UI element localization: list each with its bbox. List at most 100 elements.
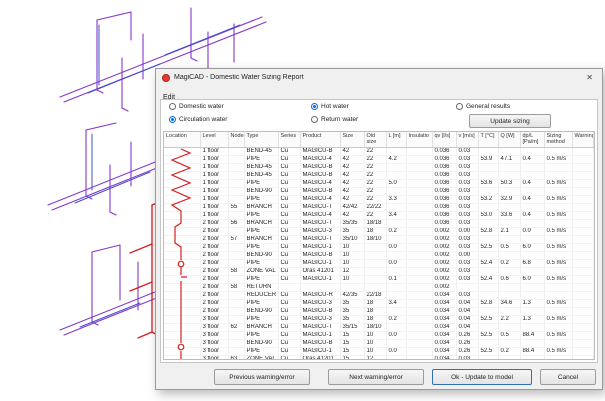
column-header[interactable]: Warnings: [572, 132, 594, 147]
table-row[interactable]: 1 floorPIPECuMAGICU-442224.20.0360.0353.…: [164, 155, 594, 163]
dialog-client-area: Domestic water Circulation water Hot wat…: [160, 99, 598, 363]
column-header[interactable]: Series: [278, 132, 300, 147]
close-icon[interactable]: ✕: [583, 70, 596, 85]
table-row[interactable]: 3 floorBEND-90CuMAGICU-B15100.0340.26: [164, 339, 594, 347]
table-row[interactable]: 1 floorBEND-45CuMAGICU-B42220.0360.03: [164, 171, 594, 179]
table-row[interactable]: 1 floorBEND-90CuMAGICU-B42220.0360.03: [164, 187, 594, 195]
table-row[interactable]: 3 floorPIPECuMAGICU-115100.00.0340.2652.…: [164, 347, 594, 355]
column-header[interactable]: Product: [300, 132, 340, 147]
table-row[interactable]: 2 floor56BRANCHCuMAGICU-T35/3518/180.036…: [164, 219, 594, 227]
table-row[interactable]: 1 floorBEND-45CuMAGICU-B42220.0360.03: [164, 147, 594, 155]
ok-update-to-model-button[interactable]: Ok - Update to model: [432, 369, 532, 385]
cell: 2 floor: [200, 267, 228, 275]
cell: [520, 291, 544, 299]
cell: Cu: [278, 243, 300, 251]
cell: 0.03: [456, 267, 478, 275]
cell: [478, 251, 498, 259]
cell: 0.5 m/s: [544, 347, 572, 355]
table-row[interactable]: 1 floorPIPECuMAGICU-442223.40.0360.0353.…: [164, 211, 594, 219]
cell: 42/35: [340, 291, 364, 299]
cell: [478, 235, 498, 243]
cell: [520, 235, 544, 243]
location-cell: [164, 147, 200, 155]
cell: [406, 299, 432, 307]
table-row[interactable]: 3 floorPIPECuMAGICU-115100.00.0340.2652.…: [164, 331, 594, 339]
cell: 22: [364, 187, 386, 195]
table-row[interactable]: 2 floor57BRANCHCuMAGICU-T35/1018/100.002…: [164, 235, 594, 243]
cell: MAGICU-B: [300, 307, 340, 315]
cell: [498, 251, 520, 259]
cell: 0.03: [456, 195, 478, 203]
table-row[interactable]: 2 floorPIPECuMAGICU-335180.20.0020.0052.…: [164, 227, 594, 235]
cell: 58: [228, 267, 244, 275]
table-row[interactable]: 2 floorPIPECuMAGICU-1100.00.0020.0352.50…: [164, 243, 594, 251]
cell: [478, 171, 498, 179]
radio-domestic-water[interactable]: Domestic water: [169, 103, 224, 110]
cell: 35/35: [340, 219, 364, 227]
cell: [572, 291, 594, 299]
table-row[interactable]: 3 floor63ZONE VALCuOras 4120115120.0340.…: [164, 355, 594, 360]
column-header[interactable]: Level: [200, 132, 228, 147]
cell: 2 floor: [200, 259, 228, 267]
radio-general-results[interactable]: General results: [456, 103, 510, 110]
table-row[interactable]: 1 floorPIPECuMAGICU-442225.00.0360.0353.…: [164, 179, 594, 187]
previous-warning-button[interactable]: Previous warning/error: [214, 369, 310, 385]
window-title: MagiCAD - Domestic Water Sizing Report: [174, 74, 583, 81]
cell: [364, 283, 386, 291]
cell: [572, 155, 594, 163]
column-header[interactable]: Size: [340, 132, 364, 147]
cancel-button[interactable]: Cancel: [540, 369, 596, 385]
column-header[interactable]: v [m/s]: [456, 132, 478, 147]
column-header[interactable]: Type: [244, 132, 278, 147]
column-header[interactable]: L [m]: [386, 132, 406, 147]
table-row[interactable]: 2 floorREDUCERCuMAGICU-R42/3522/180.0340…: [164, 291, 594, 299]
table-row[interactable]: 3 floorPIPECuMAGICU-335180.20.0340.0452.…: [164, 315, 594, 323]
cell: [520, 203, 544, 211]
table-row[interactable]: 2 floorPIPECuMAGICU-335183.40.0340.0452.…: [164, 299, 594, 307]
column-header[interactable]: T [°C]: [478, 132, 498, 147]
table-row[interactable]: 2 floorPIPECuMAGICU-1100.00.0020.0352.40…: [164, 259, 594, 267]
column-header[interactable]: dp/L [Pa/m]: [520, 132, 544, 147]
column-header[interactable]: qv [l/s]: [432, 132, 456, 147]
cell: [478, 283, 498, 291]
column-header[interactable]: Node: [228, 132, 244, 147]
cell: 2 floor: [200, 307, 228, 315]
cell: 58: [228, 283, 244, 291]
table-row[interactable]: 1 floorBEND-45CuMAGICU-B42220.0360.03: [164, 163, 594, 171]
cell: [456, 283, 478, 291]
filter-panel: Domestic water Circulation water Hot wat…: [161, 100, 597, 131]
radio-label: General results: [466, 103, 510, 110]
radio-return-water[interactable]: Return water: [311, 116, 358, 123]
table-row[interactable]: 2 floorBEND-90CuMAGICU-B35180.0340.04: [164, 307, 594, 315]
cell: 0.4: [520, 195, 544, 203]
update-sizing-button[interactable]: Update sizing: [469, 114, 551, 128]
radio-hot-water[interactable]: Hot water: [311, 103, 349, 110]
table-row[interactable]: 2 floorBEND-90CuMAGICU-B100.0020.00: [164, 251, 594, 259]
cell: MAGICU-3: [300, 315, 340, 323]
cell: [544, 187, 572, 195]
cell: BEND-90: [244, 339, 278, 347]
column-header[interactable]: Old size: [364, 132, 386, 147]
cell: 0.26: [456, 331, 478, 339]
table-row[interactable]: 2 floorPIPECuMAGICU-1100.10.0020.0352.40…: [164, 275, 594, 283]
cell: [386, 203, 406, 211]
column-header[interactable]: Insulatio: [406, 132, 432, 147]
next-warning-button[interactable]: Next warning/error: [328, 369, 424, 385]
column-header[interactable]: Location: [164, 132, 200, 147]
cell: [228, 171, 244, 179]
table-row[interactable]: 1 floorPIPECuMAGICU-442223.30.0360.0353.…: [164, 195, 594, 203]
table-row[interactable]: 2 floor58ZONE VALCuOras 41201120.0020.03: [164, 267, 594, 275]
cell: [406, 243, 432, 251]
column-header[interactable]: Sizing method: [544, 132, 572, 147]
cell: [386, 251, 406, 259]
cell: 0.036: [432, 203, 456, 211]
cell: [386, 235, 406, 243]
cell: 42: [340, 187, 364, 195]
radio-circulation-water[interactable]: Circulation water: [169, 116, 227, 123]
table-row[interactable]: 3 floor62BRANCHCuMAGICU-T35/1518/100.034…: [164, 323, 594, 331]
table-row[interactable]: 1 floor55BRANCHCuMAGICU-T42/4222/220.036…: [164, 203, 594, 211]
column-header[interactable]: Q [W]: [498, 132, 520, 147]
cell: 0.03: [456, 355, 478, 360]
table-row[interactable]: 2 floor58RETURN0.002: [164, 283, 594, 291]
cell: 2 floor: [200, 283, 228, 291]
